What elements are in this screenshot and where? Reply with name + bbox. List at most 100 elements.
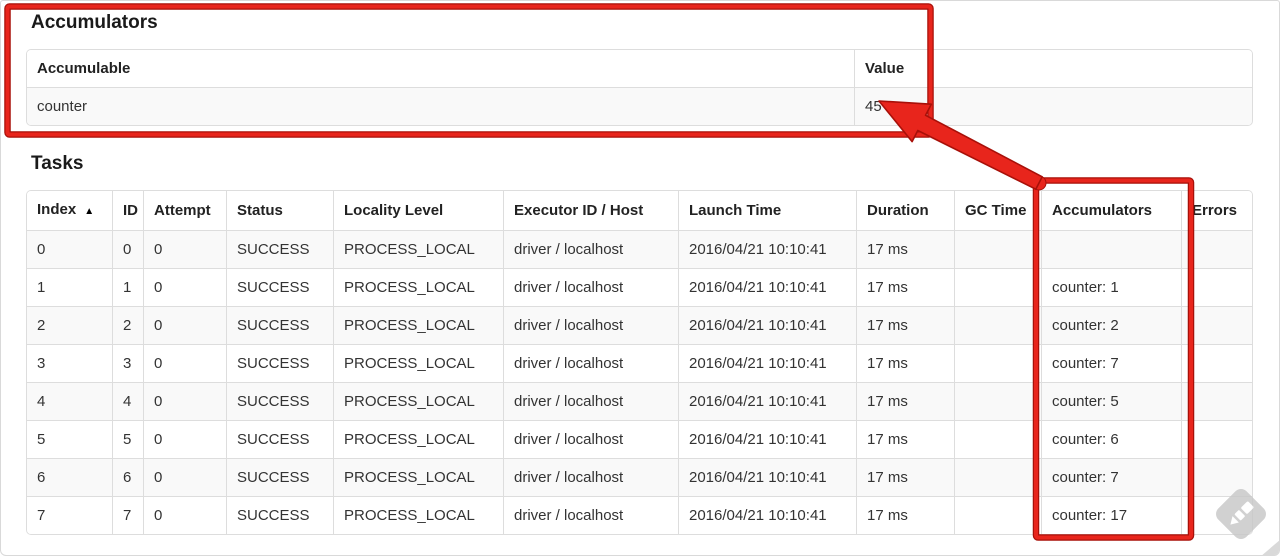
col-header-id[interactable]: ID xyxy=(113,191,144,231)
cell-gc-time xyxy=(955,269,1042,307)
cell-gc-time xyxy=(955,459,1042,497)
table-row: 1 1 0 SUCCESS PROCESS_LOCAL driver / localhos… xyxy=(27,269,1252,307)
cell-index: 7 xyxy=(27,497,113,534)
cell-locality-level: PROCESS_LOCAL xyxy=(334,307,504,345)
col-header-launch-time[interactable]: Launch Time xyxy=(679,191,857,231)
col-header-index[interactable]: Index ▲ xyxy=(27,191,113,231)
cell-launch-time: 2016/04/21 10:10:41 xyxy=(679,459,857,497)
cell-duration: 17 ms xyxy=(857,307,955,345)
col-header-errors[interactable]: Errors xyxy=(1182,191,1252,231)
table-row: 0 0 0 SUCCESS PROCESS_LOCAL driver / localhos… xyxy=(27,231,1252,269)
cell-index: 0 xyxy=(27,231,113,269)
cell-gc-time xyxy=(955,497,1042,534)
cell-index: 3 xyxy=(27,345,113,383)
accumulators-table: Accumulable Value counter 45 xyxy=(26,49,1253,126)
cell-status: SUCCESS xyxy=(227,459,334,497)
cell-id: 3 xyxy=(113,345,144,383)
tasks-table: Index ▲ ID Attempt Status Locality Level Execu… xyxy=(26,190,1253,535)
cell-executor-id-host: driver / localhost xyxy=(504,307,679,345)
cell-errors xyxy=(1182,383,1252,421)
cell-status: SUCCESS xyxy=(227,231,334,269)
cell-id: 0 xyxy=(113,231,144,269)
cell-accumulators: counter: 5 xyxy=(1042,383,1182,421)
col-header-locality-level[interactable]: Locality Level xyxy=(334,191,504,231)
accumulators-section-title: Accumulators xyxy=(31,12,158,33)
cell-gc-time xyxy=(955,421,1042,459)
cell-id: 4 xyxy=(113,383,144,421)
cell-gc-time xyxy=(955,231,1042,269)
cell-executor-id-host: driver / localhost xyxy=(504,459,679,497)
cell-errors xyxy=(1182,497,1252,534)
cell-duration: 17 ms xyxy=(857,421,955,459)
table-row: 3 3 0 SUCCESS PROCESS_LOCAL driver / localhos… xyxy=(27,345,1252,383)
cell-index: 5 xyxy=(27,421,113,459)
col-header-value: Value xyxy=(855,50,1252,88)
table-row: 4 4 0 SUCCESS PROCESS_LOCAL driver / localhos… xyxy=(27,383,1252,421)
cell-accumulators: counter: 17 xyxy=(1042,497,1182,534)
cell-launch-time: 2016/04/21 10:10:41 xyxy=(679,497,857,534)
cell-gc-time xyxy=(955,383,1042,421)
cell-executor-id-host: driver / localhost xyxy=(504,269,679,307)
cell-executor-id-host: driver / localhost xyxy=(504,231,679,269)
cell-accumulators: counter: 2 xyxy=(1042,307,1182,345)
col-header-accumulable: Accumulable xyxy=(27,50,855,88)
cell-executor-id-host: driver / localhost xyxy=(504,497,679,534)
cell-attempt: 0 xyxy=(144,383,227,421)
cell-duration: 17 ms xyxy=(857,231,955,269)
col-header-status[interactable]: Status xyxy=(227,191,334,231)
cell-locality-level: PROCESS_LOCAL xyxy=(334,383,504,421)
cell-launch-time: 2016/04/21 10:10:41 xyxy=(679,421,857,459)
cell-executor-id-host: driver / localhost xyxy=(504,345,679,383)
cell-accumulators: counter: 7 xyxy=(1042,345,1182,383)
cell-id: 6 xyxy=(113,459,144,497)
cell-attempt: 0 xyxy=(144,231,227,269)
cell-accumulators: counter: 7 xyxy=(1042,459,1182,497)
table-row: 6 6 0 SUCCESS PROCESS_LOCAL driver / localhos… xyxy=(27,459,1252,497)
cell-id: 1 xyxy=(113,269,144,307)
cell-index: 6 xyxy=(27,459,113,497)
col-header-attempt[interactable]: Attempt xyxy=(144,191,227,231)
cell-errors xyxy=(1182,269,1252,307)
cell-accumulators xyxy=(1042,231,1182,269)
cell-attempt: 0 xyxy=(144,459,227,497)
cell-accumulators: counter: 6 xyxy=(1042,421,1182,459)
cell-locality-level: PROCESS_LOCAL xyxy=(334,269,504,307)
col-header-executor-id-host[interactable]: Executor ID / Host xyxy=(504,191,679,231)
cell-status: SUCCESS xyxy=(227,269,334,307)
cell-index: 1 xyxy=(27,269,113,307)
cell-locality-level: PROCESS_LOCAL xyxy=(334,231,504,269)
cell-status: SUCCESS xyxy=(227,497,334,534)
tasks-section-title: Tasks xyxy=(31,153,84,174)
cell-errors xyxy=(1182,231,1252,269)
cell-status: SUCCESS xyxy=(227,345,334,383)
cell-index: 2 xyxy=(27,307,113,345)
cell-launch-time: 2016/04/21 10:10:41 xyxy=(679,269,857,307)
cell-duration: 17 ms xyxy=(857,345,955,383)
table-row: 7 7 0 SUCCESS PROCESS_LOCAL driver / localhos… xyxy=(27,497,1252,534)
col-header-duration[interactable]: Duration xyxy=(857,191,955,231)
cell-locality-level: PROCESS_LOCAL xyxy=(334,497,504,534)
cell-locality-level: PROCESS_LOCAL xyxy=(334,421,504,459)
cell-status: SUCCESS xyxy=(227,383,334,421)
cell-attempt: 0 xyxy=(144,307,227,345)
cell-gc-time xyxy=(955,345,1042,383)
cell-errors xyxy=(1182,307,1252,345)
cell-launch-time: 2016/04/21 10:10:41 xyxy=(679,231,857,269)
cell-attempt: 0 xyxy=(144,421,227,459)
col-header-accumulators[interactable]: Accumulators xyxy=(1042,191,1182,231)
cell-id: 7 xyxy=(113,497,144,534)
cell-executor-id-host: driver / localhost xyxy=(504,383,679,421)
cell-duration: 17 ms xyxy=(857,497,955,534)
cell-accumulable: counter xyxy=(27,88,855,125)
accumulators-table-header-row: Accumulable Value xyxy=(27,50,1252,88)
cell-launch-time: 2016/04/21 10:10:41 xyxy=(679,383,857,421)
cell-locality-level: PROCESS_LOCAL xyxy=(334,459,504,497)
col-header-gc-time[interactable]: GC Time xyxy=(955,191,1042,231)
cell-launch-time: 2016/04/21 10:10:41 xyxy=(679,345,857,383)
cell-value: 45 xyxy=(855,88,1252,125)
cell-attempt: 0 xyxy=(144,497,227,534)
cell-index: 4 xyxy=(27,383,113,421)
cell-errors xyxy=(1182,421,1252,459)
cell-status: SUCCESS xyxy=(227,421,334,459)
cell-gc-time xyxy=(955,307,1042,345)
